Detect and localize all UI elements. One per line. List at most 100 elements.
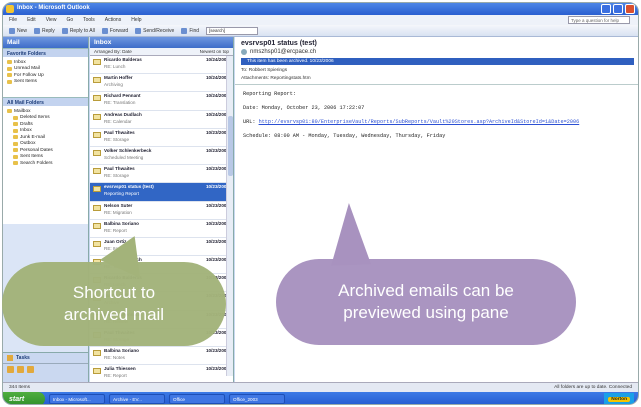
list-scrollbar[interactable] xyxy=(226,56,233,376)
find-button[interactable]: Find xyxy=(181,27,199,34)
message-row[interactable]: evsrvsp01 status (test) 10/23/2006 Reporti… xyxy=(90,183,233,202)
folder-icon xyxy=(13,148,18,153)
new-button[interactable]: New xyxy=(9,27,27,34)
message-preview: RE: Lunch xyxy=(104,64,126,69)
message-row[interactable]: Balbina Soriano 10/23/2006 RE: Notes xyxy=(90,347,233,366)
folder-icon xyxy=(7,66,12,71)
item-count: 344 Items xyxy=(9,385,31,390)
message-preview: RE: Storage xyxy=(104,173,130,179)
message-subject: evsrvsp01 status (test) xyxy=(241,40,317,47)
message-row[interactable]: Paul Thwaites10/23/2006RE: Storage xyxy=(90,165,233,184)
menu-file[interactable]: File xyxy=(9,17,17,25)
norton-icon[interactable]: Norton xyxy=(608,396,630,402)
message-sender: Nelson Suter xyxy=(104,202,133,208)
message-row[interactable]: Martin Hoffer 10/24/2006 Archiving xyxy=(90,74,233,93)
folder-icon xyxy=(13,122,18,127)
menu-tools[interactable]: Tools xyxy=(83,17,95,25)
minimize-button[interactable] xyxy=(601,4,611,14)
connection-status: All folders are up to date. Connected xyxy=(554,385,632,390)
envelope-icon xyxy=(93,222,101,229)
message-row[interactable]: Volker Schlenkerbeck 10/23/2006 Scheduled … xyxy=(90,147,233,166)
message-preview: RE: Migration xyxy=(104,209,132,215)
scroll-thumb[interactable] xyxy=(228,116,233,176)
body-url: URL: http://evsrvsp01:80/EnterpriseVault… xyxy=(243,119,580,125)
send-receive-button[interactable]: Send/Receive xyxy=(135,27,174,34)
menu-edit[interactable]: Edit xyxy=(27,17,36,25)
message-row[interactable]: Richard Pennant 10/24/2006 RE: Translation xyxy=(90,92,233,111)
message-sender: Julia Thiessen xyxy=(104,366,136,372)
window-title: Inbox - Microsoft Outlook xyxy=(17,5,90,11)
fav-sent[interactable]: Sent Items xyxy=(7,79,84,86)
taskbar-item[interactable]: Inbox - Microsoft... xyxy=(49,394,105,404)
report-link[interactable]: http://evsrvsp01:80/EnterpriseVault/Repo… xyxy=(259,119,580,125)
message-sender: Andreas Dudlach xyxy=(104,111,142,117)
menu-actions[interactable]: Actions xyxy=(105,17,121,25)
all-folders-header[interactable]: All Mail Folders xyxy=(3,97,88,106)
inbox-header: Inbox xyxy=(90,37,233,48)
shortcuts-icon[interactable] xyxy=(27,366,34,373)
message-sender: Balbina Soriano xyxy=(104,348,139,353)
arrange-header[interactable]: Arranged By: Date Newest on top xyxy=(90,48,233,56)
envelope-icon xyxy=(93,113,101,120)
search-folder-icon xyxy=(13,161,18,166)
favorites-list: Inbox Unread Mail For Follow Up Sent Ite… xyxy=(3,57,88,97)
message-row[interactable]: Paul Thwaites10/23/2006RE: Storage xyxy=(90,129,233,147)
folder-list-icon[interactable] xyxy=(17,366,24,373)
menu-go[interactable]: Go xyxy=(66,17,73,25)
callout-shortcut: Shortcut to archived mail xyxy=(2,262,226,346)
folder-icon xyxy=(7,60,12,65)
forward-icon xyxy=(101,27,108,34)
nav-header: Mail xyxy=(3,37,88,48)
reply-all-icon xyxy=(61,27,68,34)
envelope-icon xyxy=(93,77,101,84)
message-preview: RE: Report xyxy=(104,373,127,379)
taskbar-item[interactable]: Office_2003 xyxy=(229,394,285,404)
nav-bottom: Tasks xyxy=(3,352,88,382)
tasks-button[interactable]: Tasks xyxy=(3,353,88,364)
reply-all-button[interactable]: Reply to All xyxy=(61,27,95,34)
send-receive-icon xyxy=(135,27,142,34)
taskbar-item[interactable]: Archive - EV... xyxy=(109,394,165,404)
message-preview: Scheduled Meeting xyxy=(104,154,144,160)
mailbox-icon xyxy=(7,109,12,114)
start-button[interactable]: start xyxy=(3,392,45,404)
message-preview: RE: Calendar xyxy=(104,118,132,124)
toolbar: New Reply Reply to All Forward Send/Rece… xyxy=(3,25,638,37)
reply-button[interactable]: Reply xyxy=(34,27,55,34)
body-schedule: Schedule: 08:00 AM - Monday, Tuesday, We… xyxy=(243,133,446,139)
title-bar: Inbox - Microsoft Outlook xyxy=(3,3,638,15)
message-sender: Richard Pennant xyxy=(104,93,141,99)
message-from: nmszhsp01@ercpace.ch xyxy=(241,49,634,55)
menu-help[interactable]: Help xyxy=(131,17,141,25)
message-sender: Balbina Soriano xyxy=(104,220,139,226)
help-search-box[interactable]: Type a question for help xyxy=(568,16,630,24)
message-sender: Martin Hoffer xyxy=(104,75,133,81)
message-row[interactable]: Andreas Dudlach 10/24/2006 RE: Calendar xyxy=(90,111,233,129)
folder-icon xyxy=(13,128,18,133)
menu-view[interactable]: View xyxy=(46,17,57,25)
folder-icon xyxy=(7,79,12,84)
message-row[interactable]: Julia Thiessen 10/23/2006 RE: Report xyxy=(90,365,233,384)
taskbar-item[interactable]: Office xyxy=(169,394,225,404)
windows-taskbar: start Inbox - Microsoft... Archive - EV.… xyxy=(3,392,638,404)
forward-button[interactable]: Forward xyxy=(101,27,128,34)
contact-search-input[interactable]: [search] xyxy=(206,26,259,35)
status-bar: 344 Items All folders are up to date. Co… xyxy=(3,382,638,392)
message-attachments[interactable]: Attachments: Reportingstats.htm xyxy=(241,76,634,81)
message-preview: Reporting Report xyxy=(104,191,139,197)
envelope-icon xyxy=(93,204,101,211)
envelope-icon xyxy=(93,168,101,175)
message-row[interactable]: Ricardo Balderas 10/24/2006 RE: Lunch xyxy=(90,56,233,75)
tree-search[interactable]: Search Folders xyxy=(7,160,84,167)
message-body: Reporting Report: Date: Monday, October … xyxy=(235,85,638,153)
notes-icon[interactable] xyxy=(7,366,14,373)
find-icon xyxy=(181,27,188,34)
info-bar[interactable]: This item has been archived. 10/23/2006 xyxy=(241,58,634,65)
favorites-header[interactable]: Favorite Folders xyxy=(3,48,88,57)
message-row[interactable]: Nelson Suter 10/23/2006 RE: Migration xyxy=(90,202,233,220)
sender-icon xyxy=(241,49,247,55)
maximize-button[interactable] xyxy=(613,4,623,14)
envelope-icon xyxy=(93,95,101,102)
close-button[interactable] xyxy=(625,4,635,14)
envelope-icon xyxy=(93,59,101,65)
